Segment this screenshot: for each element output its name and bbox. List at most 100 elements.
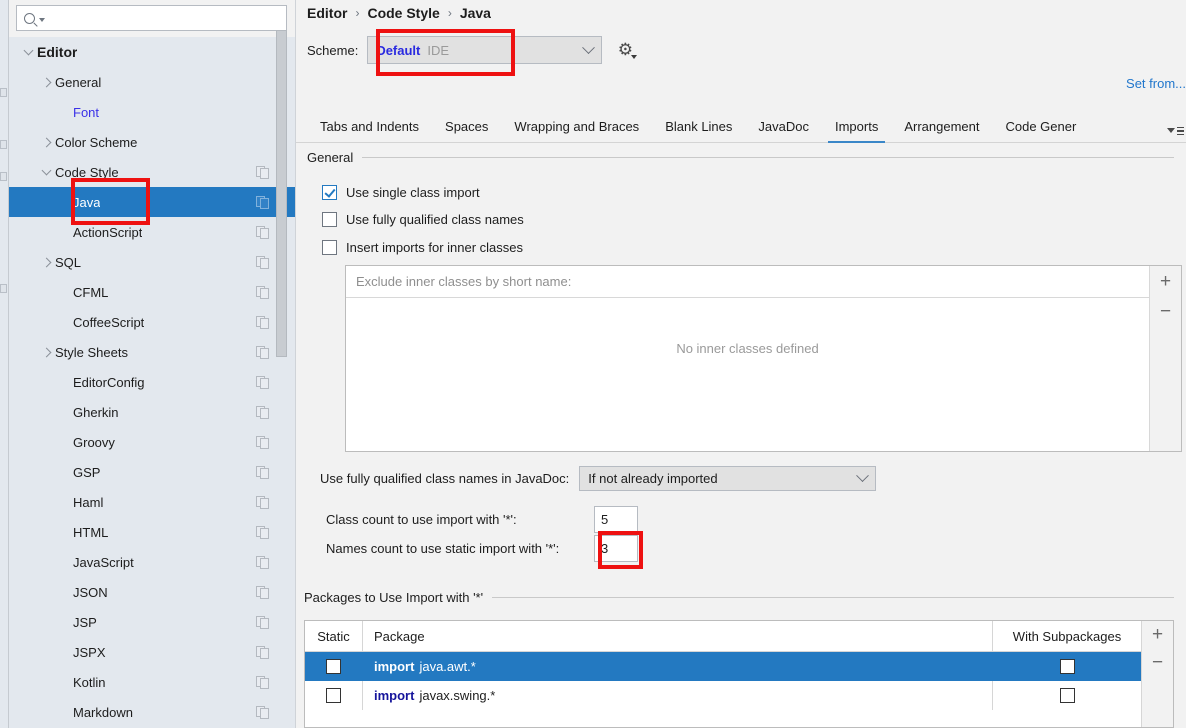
sidebar-item-javascript[interactable]: JavaScript [9,547,295,577]
copy-icon[interactable] [256,496,269,509]
sidebar-item-gherkin[interactable]: Gherkin [9,397,295,427]
class-count-input[interactable]: 5 [594,506,638,533]
exclude-list-buttons: + − [1149,266,1181,451]
exclude-list-header: Exclude inner classes by short name: [346,266,1149,298]
copy-icon[interactable] [256,316,269,329]
sidebar-item-kotlin[interactable]: Kotlin [9,667,295,697]
with-subpackages-checkbox[interactable] [1060,659,1075,674]
add-exclude-button[interactable]: + [1156,274,1176,290]
sidebar-item-actionscript[interactable]: ActionScript [9,217,295,247]
table-row[interactable]: importjavax.swing.* [305,681,1141,710]
tab-code-gener[interactable]: Code Gener [992,119,1088,142]
static-checkbox[interactable] [326,659,341,674]
copy-icon[interactable] [256,256,269,269]
tab-spaces[interactable]: Spaces [432,119,501,142]
sidebar-item-code-style[interactable]: Code Style [9,157,295,187]
chevron-right-icon[interactable] [37,349,55,356]
copy-icon[interactable] [256,196,269,209]
breadcrumb-item[interactable]: Editor [307,5,347,21]
search-box[interactable] [16,5,287,31]
column-header-package[interactable]: Package [363,621,993,651]
checkbox-use-fully-qualified-class-names[interactable]: Use fully qualified class names [322,212,524,227]
exclude-list[interactable]: Exclude inner classes by short name: No … [346,266,1149,451]
copy-icon[interactable] [256,346,269,359]
gear-icon[interactable]: ⚙ [616,41,634,59]
sidebar-item-style-sheets[interactable]: Style Sheets [9,337,295,367]
sidebar-item-color-scheme[interactable]: Color Scheme [9,127,295,157]
names-count-input[interactable]: 3 [594,535,638,562]
javadoc-fqcn-dropdown[interactable]: If not already imported [579,466,876,491]
copy-icon[interactable] [256,556,269,569]
sidebar-item-coffeescript[interactable]: CoffeeScript [9,307,295,337]
tab-javadoc[interactable]: JavaDoc [745,119,822,142]
copy-icon[interactable] [256,466,269,479]
remove-exclude-button[interactable]: − [1156,304,1176,320]
static-checkbox[interactable] [326,688,341,703]
chevron-down-icon[interactable] [19,50,37,54]
sidebar-item-java[interactable]: Java [9,187,295,217]
copy-icon[interactable] [256,166,269,179]
sidebar-scrollbar[interactable] [276,30,287,390]
copy-icon[interactable] [256,376,269,389]
chevron-right-icon[interactable] [37,259,55,266]
packages-grid[interactable]: StaticPackageWith Subpackagesimportjava.… [305,621,1141,727]
add-package-button[interactable]: + [1148,627,1168,643]
sliver-mark [0,284,7,293]
sidebar-item-groovy[interactable]: Groovy [9,427,295,457]
sidebar-item-haml[interactable]: Haml [9,487,295,517]
tab-blank-lines[interactable]: Blank Lines [652,119,745,142]
sidebar-item-editor[interactable]: Editor [9,37,295,67]
remove-package-button[interactable]: − [1148,655,1168,671]
copy-icon[interactable] [256,586,269,599]
tab-arrangement[interactable]: Arrangement [891,119,992,142]
with-subpackages-checkbox[interactable] [1060,688,1075,703]
column-header-with-subpackages[interactable]: With Subpackages [993,621,1141,651]
sidebar-item-json[interactable]: JSON [9,577,295,607]
tab-wrapping-and-braces[interactable]: Wrapping and Braces [501,119,652,142]
copy-icon[interactable] [256,436,269,449]
table-row[interactable]: importjava.awt.* [305,652,1141,681]
sidebar-item-general[interactable]: General [9,67,295,97]
settings-tree[interactable]: EditorGeneralFontColor SchemeCode StyleJ… [9,37,295,728]
names-count-label: Names count to use static import with '*… [326,541,594,556]
chevron-right-icon[interactable] [37,79,55,86]
checkbox-icon[interactable] [322,240,337,255]
tab-imports[interactable]: Imports [822,119,891,142]
copy-icon[interactable] [256,676,269,689]
sidebar-item-label: Groovy [73,435,115,450]
breadcrumb-item[interactable]: Java [460,5,491,21]
sidebar-item-font[interactable]: Font [9,97,295,127]
sidebar-item-cfml[interactable]: CFML [9,277,295,307]
sidebar-item-jsp[interactable]: JSP [9,607,295,637]
copy-icon[interactable] [256,616,269,629]
scheme-dropdown[interactable]: Default IDE [367,36,602,64]
set-from-link[interactable]: Set from... [1126,76,1186,91]
checkbox-insert-imports-for-inner-classes[interactable]: Insert imports for inner classes [322,240,523,255]
sidebar-item-markdown[interactable]: Markdown [9,697,295,727]
tab-overflow-button[interactable] [1167,127,1184,136]
copy-icon[interactable] [256,706,269,719]
search-input[interactable] [45,10,286,27]
copy-icon[interactable] [256,646,269,659]
copy-icon[interactable] [256,226,269,239]
sidebar-item-editorconfig[interactable]: EditorConfig [9,367,295,397]
sidebar-item-jspx[interactable]: JSPX [9,637,295,667]
copy-icon[interactable] [256,406,269,419]
chevron-down-icon[interactable] [37,170,55,174]
sidebar-item-sql[interactable]: SQL [9,247,295,277]
checkbox-use-single-class-import[interactable]: Use single class import [322,185,480,200]
copy-icon[interactable] [256,526,269,539]
checkbox-icon[interactable] [322,185,337,200]
column-header-static[interactable]: Static [305,621,363,651]
sidebar-item-gsp[interactable]: GSP [9,457,295,487]
chevron-right-icon[interactable] [37,139,55,146]
with-subpackages-cell [993,652,1141,681]
sliver-mark [0,88,7,97]
checkbox-icon[interactable] [322,212,337,227]
sidebar-scrollbar-thumb[interactable] [276,30,287,357]
tab-tabs-and-indents[interactable]: Tabs and Indents [307,119,432,142]
breadcrumb-item[interactable]: Code Style [367,5,439,21]
copy-icon[interactable] [256,286,269,299]
checkbox-label: Use single class import [346,185,480,200]
sidebar-item-html[interactable]: HTML [9,517,295,547]
